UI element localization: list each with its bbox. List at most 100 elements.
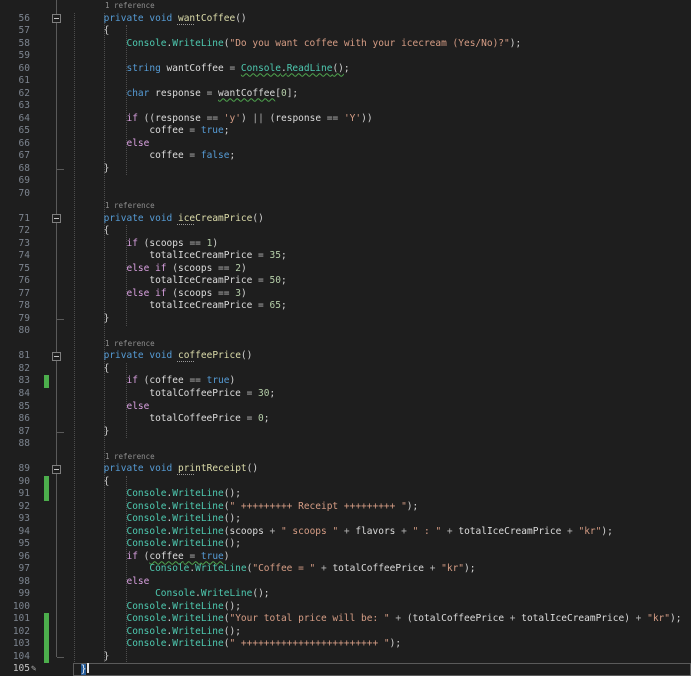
code-line[interactable]: 84 totalCoffeePrice = 30;	[0, 388, 691, 401]
line-number[interactable]: 104	[0, 651, 30, 664]
line-number[interactable]: 72	[0, 225, 30, 238]
code-line[interactable]: 59	[0, 50, 691, 63]
line-number[interactable]: 56	[0, 13, 30, 26]
codelens-references[interactable]: 1 reference	[105, 338, 155, 351]
code-line[interactable]: 86 totalCoffeePrice = 0;	[0, 413, 691, 426]
line-number[interactable]: 85	[0, 401, 30, 414]
line-number[interactable]: 63	[0, 100, 30, 113]
line-number[interactable]: 60	[0, 63, 30, 76]
code-line[interactable]: 70	[0, 188, 691, 201]
code-line[interactable]: 79 }	[0, 313, 691, 326]
code-line[interactable]: 105 ✎ }	[0, 663, 691, 676]
code-line[interactable]: 85 else	[0, 401, 691, 414]
code-line[interactable]: 65 coffee = true;	[0, 125, 691, 138]
line-number[interactable]: 64	[0, 113, 30, 126]
codelens-row[interactable]: 1 reference	[0, 338, 691, 351]
codelens-references[interactable]: 1 reference	[105, 0, 155, 13]
line-number[interactable]: 77	[0, 288, 30, 301]
code-line[interactable]: 67 coffee = false;	[0, 150, 691, 163]
code-line[interactable]: 73 if (scoops == 1)	[0, 238, 691, 251]
line-number[interactable]: 87	[0, 426, 30, 439]
line-number[interactable]: 79	[0, 313, 30, 326]
codelens-references[interactable]: 1 reference	[105, 451, 155, 464]
code-line[interactable]: 82 {	[0, 363, 691, 376]
code-line[interactable]: 104 }	[0, 650, 691, 664]
line-number[interactable]: 101	[0, 613, 30, 626]
code-line[interactable]: 57 {	[0, 25, 691, 38]
line-number[interactable]: 99	[0, 588, 30, 601]
fold-collapse-icon[interactable]	[52, 351, 61, 361]
code-line[interactable]: 78 totalIceCreamPrice = 65;	[0, 300, 691, 313]
line-number[interactable]: 70	[0, 188, 30, 201]
code-line[interactable]: 69	[0, 175, 691, 188]
code-line[interactable]: 58 Console.WriteLine("Do you want coffee…	[0, 38, 691, 51]
code-line[interactable]: 63	[0, 100, 691, 113]
line-number[interactable]: 82	[0, 363, 30, 376]
code-line[interactable]: 99 Console.WriteLine();	[0, 588, 691, 601]
code-line[interactable]: 88	[0, 438, 691, 451]
code-line[interactable]: 72 {	[0, 225, 691, 238]
code-line[interactable]: 93 Console.WriteLine();	[0, 513, 691, 526]
fold-collapse-icon[interactable]	[52, 464, 61, 474]
codelens-row[interactable]: 1 reference	[0, 451, 691, 464]
line-number[interactable]: 73	[0, 238, 30, 251]
line-number[interactable]: 100	[0, 601, 30, 614]
line-number[interactable]: 68	[0, 163, 30, 176]
line-number[interactable]: 67	[0, 150, 30, 163]
code-line[interactable]: 87 }	[0, 426, 691, 439]
line-number[interactable]: 94	[0, 526, 30, 539]
line-number[interactable]: 88	[0, 438, 30, 451]
code-line[interactable]: 80	[0, 325, 691, 338]
code-line[interactable]: 83 if (coffee == true)	[0, 375, 691, 388]
line-number[interactable]: 93	[0, 513, 30, 526]
line-number[interactable]: 78	[0, 300, 30, 313]
code-line[interactable]: 64 if ((response == 'y') || (response ==…	[0, 113, 691, 126]
line-number[interactable]: 98	[0, 576, 30, 589]
code-line[interactable]: 97 Console.WriteLine("Coffee = " + total…	[0, 563, 691, 576]
fold-collapse-icon[interactable]	[52, 14, 61, 24]
line-number[interactable]: 80	[0, 325, 30, 338]
code-line[interactable]: 74 totalIceCreamPrice = 35;	[0, 250, 691, 263]
code-line[interactable]: 76 totalIceCreamPrice = 50;	[0, 275, 691, 288]
line-number[interactable]: 59	[0, 50, 30, 63]
code-line[interactable]: 90 {	[0, 475, 691, 489]
line-number[interactable]: 89	[0, 463, 30, 476]
code-line[interactable]: 66 else	[0, 138, 691, 151]
code-line[interactable]: 60 string wantCoffee = Console.ReadLine(…	[0, 63, 691, 76]
line-number[interactable]: 71	[0, 213, 30, 226]
line-number[interactable]: 62	[0, 88, 30, 101]
fold-collapse-icon[interactable]	[52, 214, 61, 224]
code-line[interactable]: 100 Console.WriteLine();	[0, 601, 691, 614]
line-number[interactable]: 76	[0, 275, 30, 288]
line-number[interactable]: 61	[0, 75, 30, 88]
line-number[interactable]: 90	[0, 476, 30, 489]
code-line[interactable]: 89 private void printReceipt()	[0, 463, 691, 476]
code-line[interactable]: 101 Console.WriteLine("Your total price …	[0, 613, 691, 626]
line-number[interactable]: 86	[0, 413, 30, 426]
line-number[interactable]: 97	[0, 563, 30, 576]
line-number[interactable]: 65	[0, 125, 30, 138]
line-number[interactable]: 95	[0, 538, 30, 551]
code-line[interactable]: 102 Console.WriteLine();	[0, 625, 691, 639]
line-number[interactable]: 74	[0, 250, 30, 263]
code-line[interactable]: 95 Console.WriteLine();	[0, 538, 691, 551]
code-line[interactable]: 77 else if (scoops == 3)	[0, 288, 691, 301]
code-line[interactable]: 98 else	[0, 576, 691, 589]
code-line[interactable]: 81 private void coffeePrice()	[0, 350, 691, 363]
code-line[interactable]: 91 Console.WriteLine();	[0, 488, 691, 501]
codelens-references[interactable]: 1 reference	[105, 200, 155, 213]
code-editor[interactable]: 1 reference 56 private void wantCoffee() 5…	[0, 0, 691, 676]
code-line[interactable]: 61	[0, 75, 691, 88]
code-line[interactable]: 62 char response = wantCoffee[0];	[0, 88, 691, 101]
line-number[interactable]: 105	[0, 663, 30, 676]
line-number[interactable]: 92	[0, 501, 30, 514]
code-line[interactable]: 56 private void wantCoffee()	[0, 13, 691, 26]
codelens-row[interactable]: 1 reference	[0, 0, 691, 13]
codelens-row[interactable]: 1 reference	[0, 200, 691, 213]
line-number[interactable]: 69	[0, 175, 30, 188]
line-number[interactable]: 103	[0, 638, 30, 651]
line-number[interactable]: 75	[0, 263, 30, 276]
line-number[interactable]: 66	[0, 138, 30, 151]
line-number[interactable]: 84	[0, 388, 30, 401]
code-line[interactable]: 71 private void iceCreamPrice()	[0, 213, 691, 226]
